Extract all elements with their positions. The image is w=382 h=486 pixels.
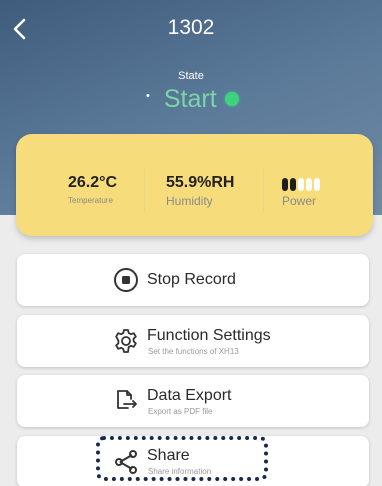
state-row: • Start: [146, 84, 239, 114]
divider: [263, 168, 264, 212]
stats-card: 26.2°C Temperature 55.9%RH Humidity Powe…: [16, 134, 373, 236]
humidity-stat: 55.9%RH Humidity: [166, 174, 234, 208]
sparkle-icon: •: [146, 90, 150, 102]
status-dot-icon: [224, 92, 239, 106]
stop-record-button[interactable]: Stop Record: [17, 254, 369, 306]
battery-cell: [298, 178, 304, 191]
divider: [144, 168, 145, 212]
highlight-outline: [96, 436, 268, 481]
battery-cell: [314, 178, 320, 191]
function-settings-sub: Set the functions of XH13: [148, 347, 239, 356]
power-stat: Power: [282, 178, 320, 208]
gear-icon: [115, 329, 137, 353]
stop-record-label: Stop Record: [147, 271, 236, 288]
function-settings-button[interactable]: Function Settings Set the functions of X…: [17, 315, 369, 367]
battery-icon: [282, 178, 320, 191]
battery-cell: [290, 178, 296, 191]
data-export-button[interactable]: Data Export Export as PDF file: [17, 375, 369, 427]
humidity-value: 55.9%RH: [166, 174, 235, 191]
humidity-label: Humidity: [166, 194, 213, 208]
page-title: 1302: [167, 16, 215, 39]
function-settings-label: Function Settings: [147, 327, 271, 344]
state-label: State: [178, 70, 204, 82]
battery-cell: [306, 178, 312, 191]
state-value: Start: [163, 84, 217, 113]
stop-circle-icon: [114, 268, 138, 292]
power-label: Power: [282, 194, 317, 208]
export-icon: [117, 390, 137, 409]
data-export-label: Data Export: [147, 387, 232, 404]
temperature-value: 26.2°C: [68, 174, 118, 191]
temperature-label: Temperature: [68, 196, 113, 205]
temperature-stat: 26.2°C Temperature: [68, 174, 117, 205]
battery-cell: [282, 178, 288, 191]
data-export-sub: Export as PDF file: [148, 407, 213, 416]
